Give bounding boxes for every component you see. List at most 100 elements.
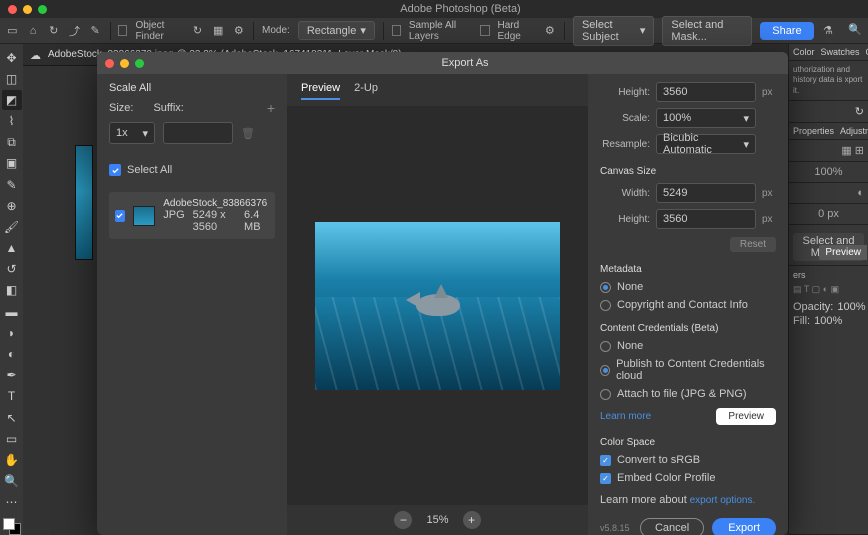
metadata-none-radio[interactable] [600, 282, 611, 293]
refresh-icon[interactable]: ↻ [855, 106, 864, 118]
share-button[interactable]: Share [760, 22, 813, 40]
brush-icon[interactable]: ✎ [89, 23, 102, 39]
hard-edge-checkbox[interactable] [480, 25, 489, 36]
hand-tool-icon[interactable]: ✋ [2, 450, 22, 469]
dialog-zoom-icon[interactable] [135, 59, 144, 68]
props-icons: ▦ ⊞ [789, 140, 868, 162]
crop-tool-icon[interactable]: ⧉ [2, 133, 22, 152]
beaker-icon[interactable]: ⚗ [822, 23, 835, 39]
height-input[interactable]: 3560 [656, 82, 756, 102]
dialog-close-icon[interactable] [105, 59, 114, 68]
dialog-min-icon[interactable] [120, 59, 129, 68]
mac-close[interactable] [8, 5, 17, 14]
search-icon[interactable]: 🔍 [848, 23, 862, 39]
canvas-height-input[interactable]: 3560 [656, 209, 756, 229]
opacity-value[interactable]: 100% [837, 301, 865, 313]
dialog-titlebar[interactable]: Export As [97, 52, 788, 74]
cc-publish-label: Publish to Content Credentials cloud [616, 358, 776, 382]
delete-size-icon[interactable]: 🗑 [241, 127, 255, 140]
select-subject-dropdown[interactable]: Select Subject▾ [573, 16, 654, 46]
tab-color[interactable]: Color [793, 47, 815, 57]
type-tool-icon[interactable]: T [2, 387, 22, 406]
preview-canvas[interactable] [287, 106, 588, 505]
cc-publish-radio[interactable] [600, 365, 610, 376]
upload-icon[interactable]: ⤴ [68, 23, 81, 39]
layers-tab[interactable]: ers [793, 270, 864, 280]
metadata-copyright-radio[interactable] [600, 300, 611, 311]
zoom-value[interactable]: 100% [789, 162, 868, 183]
mac-minimize[interactable] [23, 5, 32, 14]
props-tabs: Properties Adjustments Libraries [789, 123, 868, 140]
resample-dropdown[interactable]: Bicubic Automatic▾ [656, 134, 756, 154]
settings-icon[interactable]: ⚙ [543, 23, 556, 39]
tab-preview[interactable]: Preview [301, 82, 340, 100]
learn-more-link[interactable]: Learn more [600, 411, 651, 422]
home-icon[interactable]: ⌂ [27, 23, 40, 39]
shape-tool-icon[interactable]: ▭ [2, 429, 22, 448]
refresh-icon[interactable]: ↻ [47, 23, 60, 39]
zoom-tool-icon[interactable]: 🔍 [2, 471, 22, 490]
sample-all-checkbox[interactable] [392, 25, 401, 36]
cc-attach-radio[interactable] [600, 389, 611, 400]
object-selection-tool-icon[interactable]: ◩ [2, 90, 22, 109]
preview-float-button[interactable]: Preview [819, 245, 867, 260]
cc-none-radio[interactable] [600, 341, 611, 352]
add-size-icon[interactable]: + [267, 100, 275, 116]
tab-properties[interactable]: Properties [793, 126, 834, 136]
select-all-checkbox[interactable] [109, 164, 121, 176]
toolbox: ✥ ◫ ◩ ⌇ ⧉ ▣ ✎ ⊕ 🖌 ▲ ↺ ◧ ▬ ◗ ◐ ✒ T ↖ ▭ ✋ … [0, 44, 23, 535]
pen-tool-icon[interactable]: ✒ [2, 366, 22, 385]
dodge-tool-icon[interactable]: ◐ [2, 344, 22, 363]
healing-tool-icon[interactable]: ⊕ [2, 196, 22, 215]
suffix-input[interactable] [163, 122, 233, 144]
grid-icon[interactable]: ▦ [212, 23, 225, 39]
fill-value[interactable]: 100% [814, 315, 842, 327]
eyedropper-tool-icon[interactable]: ✎ [2, 175, 22, 194]
marquee-tool-icon[interactable]: ◫ [2, 69, 22, 88]
edit-toolbar-icon[interactable]: ⋯ [2, 493, 22, 512]
asset-thumbnail [133, 206, 156, 226]
hard-edge-label: Hard Edge [498, 20, 536, 42]
embed-profile-checkbox[interactable] [600, 473, 611, 484]
scale-dropdown[interactable]: 100%▾ [656, 108, 756, 128]
metadata-none-label: None [617, 281, 643, 293]
mode-dropdown[interactable]: Rectangle▾ [298, 21, 375, 40]
gradient-tool-icon[interactable]: ▬ [2, 302, 22, 321]
preview-tabs: Preview 2-Up [287, 74, 588, 100]
color-swatches[interactable] [3, 518, 21, 535]
path-tool-icon[interactable]: ↖ [2, 408, 22, 427]
zoom-in-icon[interactable]: + [463, 511, 481, 529]
cancel-button[interactable]: Cancel [640, 518, 704, 535]
blur-tool-icon[interactable]: ◗ [2, 323, 22, 342]
size-dropdown[interactable]: 1x▾ [109, 122, 155, 144]
eraser-tool-icon[interactable]: ◧ [2, 281, 22, 300]
zoom-controls: − 15% + [287, 505, 588, 535]
reset-button[interactable]: Reset [730, 237, 776, 252]
move-tool-icon[interactable]: ✥ [2, 48, 22, 67]
lasso-tool-icon[interactable]: ⌇ [2, 112, 22, 131]
tab-swatches[interactable]: Swatches [821, 47, 860, 57]
mac-zoom[interactable] [38, 5, 47, 14]
convert-srgb-checkbox[interactable] [600, 455, 611, 466]
gear-icon[interactable]: ⚙ [233, 23, 246, 39]
history-brush-icon[interactable]: ↺ [2, 260, 22, 279]
app-title: Adobe Photoshop (Beta) [53, 3, 868, 15]
foreground-color-swatch[interactable] [3, 518, 15, 530]
tool-preset-icon[interactable]: ▭ [6, 23, 19, 39]
cc-preview-button[interactable]: Preview [716, 408, 776, 425]
asset-row[interactable]: AdobeStock_83866376 JPG 5249 x 3560 6.4 … [109, 192, 275, 239]
tab-adjustments[interactable]: Adjustments [840, 126, 868, 136]
canvas-width-input[interactable]: 5249 [656, 183, 756, 203]
zoom-percent[interactable]: 15% [426, 514, 448, 526]
tab-2up[interactable]: 2-Up [354, 82, 378, 100]
object-finder-checkbox[interactable] [118, 25, 127, 36]
zoom-out-icon[interactable]: − [394, 511, 412, 529]
select-and-mask-button[interactable]: Select and Mask... [662, 16, 752, 46]
export-options-link[interactable]: export options. [690, 495, 756, 506]
clone-tool-icon[interactable]: ▲ [2, 239, 22, 258]
frame-tool-icon[interactable]: ▣ [2, 154, 22, 173]
export-button[interactable]: Export [712, 518, 776, 535]
asset-checkbox[interactable] [115, 210, 125, 222]
brush-tool-icon[interactable]: 🖌 [2, 217, 22, 236]
refresh2-icon[interactable]: ↻ [191, 23, 204, 39]
